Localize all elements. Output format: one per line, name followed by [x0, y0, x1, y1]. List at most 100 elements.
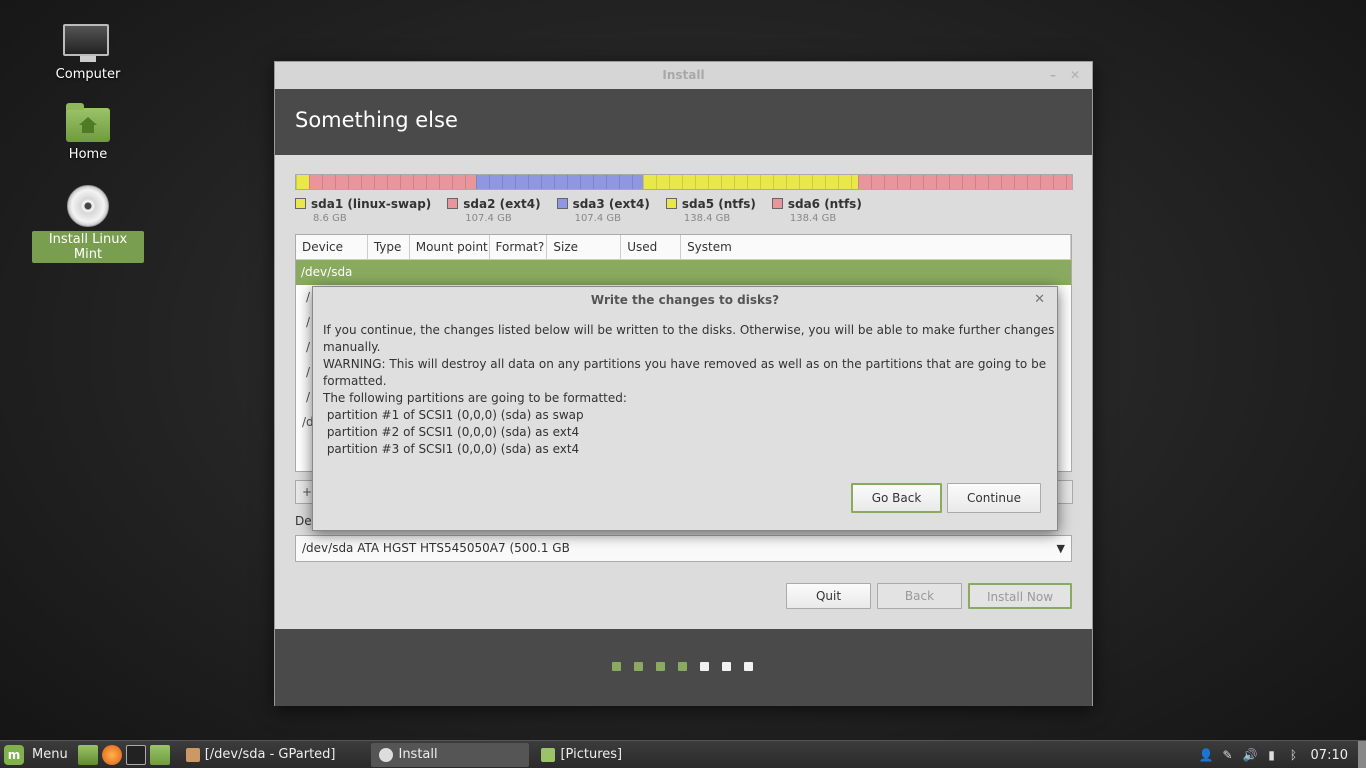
legend-name: sda1 (linux-swap)	[311, 197, 432, 211]
install-now-button[interactable]: Install Now	[968, 583, 1072, 609]
dialog-title: Write the changes to disks?	[590, 293, 780, 307]
minimize-icon[interactable]: –	[1050, 62, 1056, 89]
system-tray: 👤 ✎ 🔊 ▮ ᛒ 07:10	[1195, 741, 1366, 768]
legend-item: sda1 (linux-swap) 8.6 GB	[295, 197, 431, 224]
partition-segment	[476, 175, 643, 189]
menu-label: Menu	[32, 747, 68, 762]
partition-segment	[309, 175, 477, 189]
legend-size: 107.4 GB	[465, 213, 512, 224]
taskbar: m Menu [/dev/sda - GParted] Install [Pic…	[0, 740, 1366, 768]
format-list-item: partition #3 of SCSI1 (0,0,0) (sda) as e…	[323, 442, 580, 456]
battery-icon[interactable]: ▮	[1265, 748, 1279, 762]
legend-swatch	[665, 198, 677, 209]
show-desktop-edge[interactable]	[1358, 741, 1366, 768]
desktop-icon-install-linux-mint[interactable]: Install Linux Mint	[32, 185, 144, 263]
show-desktop-icon[interactable]	[77, 744, 98, 765]
task-label: Install	[398, 746, 438, 762]
desktop-icon-label: Install Linux Mint	[32, 231, 144, 263]
legend-size: 138.4 GB	[683, 213, 731, 224]
disc-icon	[67, 185, 109, 227]
progress-steps	[612, 662, 766, 671]
task-label: [/dev/sda - GParted]	[204, 746, 336, 762]
partition-segment	[642, 175, 858, 189]
legend-swatch	[447, 198, 459, 209]
computer-icon	[63, 22, 113, 62]
dialog-message: If you continue, the changes listed belo…	[323, 323, 1055, 354]
legend-item: sda2 (ext4) 107.4 GB	[447, 197, 541, 224]
continue-button[interactable]: Continue	[947, 483, 1041, 513]
write-changes-dialog: Write the changes to disks? ✕ If you con…	[312, 286, 1058, 531]
close-icon[interactable]: ✕	[1034, 287, 1045, 313]
window-title: Install	[662, 68, 705, 82]
installer-footer	[275, 629, 1092, 706]
volume-icon[interactable]: 🔊	[1243, 748, 1258, 762]
legend-size: 107.4 GB	[574, 213, 621, 224]
column-header[interactable]: Mount point	[410, 235, 490, 259]
user-icon[interactable]: 👤	[1199, 748, 1214, 762]
legend-swatch	[771, 198, 783, 209]
progress-dot	[700, 662, 709, 671]
progress-dot	[634, 662, 643, 671]
chevron-down-icon: ▼	[1056, 542, 1065, 555]
window-titlebar[interactable]: Install – ✕	[275, 62, 1092, 89]
pen-icon[interactable]: ✎	[1221, 748, 1235, 762]
table-row-dev-sda[interactable]: /dev/sda	[296, 260, 1071, 285]
column-header[interactable]: Type	[368, 235, 410, 259]
legend-size: 8.6 GB	[313, 213, 347, 224]
folder-icon	[541, 747, 556, 762]
task-gparted[interactable]: [/dev/sda - GParted]	[178, 743, 344, 767]
column-header[interactable]: Device	[296, 235, 368, 259]
legend-swatch	[295, 198, 306, 209]
boot-device-select[interactable]: /dev/sda ATA HGST HTS545050A7 (500.1 GB …	[295, 535, 1072, 562]
table-header: Device Type Mount point Format? Size Used Syst…	[296, 235, 1071, 260]
task-install[interactable]: Install	[371, 742, 530, 767]
firefox-icon[interactable]	[101, 744, 122, 765]
column-header[interactable]: Format?	[490, 235, 548, 259]
progress-dot	[656, 662, 665, 671]
menu-button[interactable]: m Menu	[0, 744, 76, 765]
page-title: Something else	[275, 89, 1092, 155]
format-list-item: partition #2 of SCSI1 (0,0,0) (sda) as e…	[323, 425, 580, 439]
files-icon[interactable]	[149, 744, 170, 765]
progress-dot	[722, 662, 731, 671]
desktop-icon-computer[interactable]: Computer	[32, 22, 144, 83]
desktop-icon-label: Home	[68, 147, 108, 162]
desktop-icon-home[interactable]: Home	[32, 103, 144, 163]
legend-item: sda3 (ext4) 107.4 GB	[556, 197, 650, 224]
progress-dot	[612, 662, 621, 671]
desktop-icon-label: Computer	[55, 67, 121, 82]
column-header[interactable]: Size	[547, 235, 622, 259]
format-list-heading: The following partitions are going to be…	[323, 391, 627, 405]
partition-bar	[295, 174, 1073, 190]
partition-segment	[857, 175, 1072, 189]
legend-name: sda2 (ext4)	[463, 197, 541, 211]
partition-segment	[296, 175, 310, 189]
task-pictures[interactable]: [Pictures]	[533, 743, 630, 767]
quit-button[interactable]: Quit	[786, 583, 871, 609]
go-back-button[interactable]: Go Back	[851, 483, 942, 513]
clock[interactable]: 07:10	[1305, 748, 1358, 763]
dialog-warning: WARNING: This will destroy all data on a…	[323, 357, 1047, 388]
disc-icon	[379, 747, 394, 762]
back-button[interactable]: Back	[877, 583, 962, 609]
close-icon[interactable]: ✕	[1070, 62, 1080, 89]
legend-name: sda6 (ntfs)	[787, 197, 862, 211]
legend-size: 138.4 GB	[789, 213, 837, 224]
column-header[interactable]: System	[681, 235, 1071, 259]
boot-device-label: De	[295, 514, 312, 528]
legend-item: sda5 (ntfs) 138.4 GB	[665, 197, 756, 224]
boot-device-value: /dev/sda ATA HGST HTS545050A7 (500.1 GB	[302, 541, 570, 555]
column-header[interactable]: Used	[621, 235, 682, 259]
legend-name: sda5 (ntfs)	[681, 197, 756, 211]
legend-swatch	[556, 198, 568, 209]
task-label: [Pictures]	[560, 746, 623, 762]
dialog-titlebar[interactable]: Write the changes to disks? ✕	[313, 287, 1057, 314]
gparted-icon	[185, 747, 200, 762]
progress-dot	[744, 662, 753, 671]
mint-logo-icon: m	[4, 744, 24, 765]
format-list-item: partition #1 of SCSI1 (0,0,0) (sda) as s…	[323, 408, 584, 422]
bluetooth-icon[interactable]: ᛒ	[1287, 748, 1301, 762]
terminal-icon[interactable]	[125, 744, 146, 765]
legend-name: sda3 (ext4)	[572, 197, 650, 211]
legend-item: sda6 (ntfs) 138.4 GB	[771, 197, 862, 224]
